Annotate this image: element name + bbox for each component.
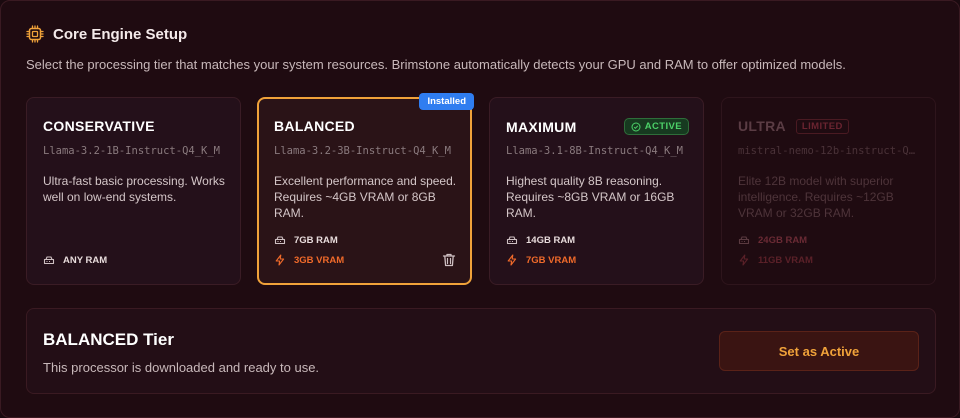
model-id: Llama-3.1-8B-Instruct-Q4_K_M (506, 145, 684, 157)
card-title: ULTRA (738, 118, 786, 134)
page-subtitle: Select the processing tier that matches … (26, 57, 846, 72)
card-title: CONSERVATIVE (43, 118, 155, 134)
tier-cards: CONSERVATIVE Llama-3.2-1B-Instruct-Q4_K_… (26, 93, 936, 285)
card-title-row: MAXIMUM ACTIVE (506, 118, 689, 135)
lightning-icon (275, 254, 285, 266)
tier-card-ultra: ULTRA LIMITED mistral-nemo-12b-instruct-… (721, 97, 936, 285)
card-description: Ultra-fast basic processing. Works well … (43, 174, 225, 204)
lightning-icon (507, 254, 517, 266)
lightning-icon (739, 254, 749, 266)
vram-value: 11GB VRAM (758, 254, 813, 266)
tier-card-conservative[interactable]: CONSERVATIVE Llama-3.2-1B-Instruct-Q4_K_… (26, 97, 241, 285)
model-id: mistral-nemo-12b-instruct-Q4_K_M (738, 145, 921, 157)
core-engine-panel: Core Engine Setup Select the processing … (0, 0, 960, 418)
ram-value: 14GB RAM (526, 234, 576, 246)
panel-header: Core Engine Setup (26, 25, 187, 43)
model-id: Llama-3.2-1B-Instruct-Q4_K_M (43, 145, 221, 157)
ram-value: ANY RAM (63, 254, 108, 266)
card-title-row: ULTRA LIMITED (738, 118, 921, 134)
tier-card-maximum[interactable]: MAXIMUM ACTIVE Llama-3.1-8B-Instruct-Q4_… (489, 97, 704, 285)
card-title-row: CONSERVATIVE (43, 118, 226, 134)
active-badge-label: ACTIVE (644, 121, 682, 132)
memory-icon (506, 236, 518, 245)
model-id: Llama-3.2-3B-Instruct-Q4_K_M (274, 145, 452, 157)
ram-value: 7GB RAM (294, 234, 338, 246)
ram-spec: 7GB RAM (274, 234, 338, 246)
memory-icon (274, 236, 286, 245)
check-circle-icon (631, 122, 641, 131)
vram-value: 3GB VRAM (294, 254, 345, 266)
chip-icon (26, 25, 44, 43)
card-description: Highest quality 8B reasoning. Requires ~… (506, 174, 675, 220)
installed-badge: Installed (419, 93, 474, 110)
card-title-row: BALANCED (274, 118, 456, 134)
vram-value: 7GB VRAM (526, 254, 577, 266)
page-title: Core Engine Setup (53, 25, 188, 43)
active-badge: ACTIVE (623, 118, 689, 135)
card-title: BALANCED (274, 118, 355, 134)
card-description: Excellent performance and speed. Require… (274, 174, 457, 220)
ram-spec: 24GB RAM (738, 234, 807, 246)
vram-spec: 7GB VRAM (506, 254, 576, 266)
memory-icon (738, 236, 750, 245)
memory-icon (43, 256, 55, 265)
vram-spec: 3GB VRAM (274, 254, 344, 266)
card-title: MAXIMUM (506, 118, 577, 135)
ram-value: 24GB RAM (758, 234, 808, 246)
set-active-button[interactable]: Set as Active (719, 331, 919, 371)
tier-card-balanced[interactable]: Installed BALANCED Llama-3.2-3B-Instruct… (257, 93, 474, 285)
trash-icon[interactable] (441, 252, 457, 268)
vram-spec: 11GB VRAM (738, 254, 813, 266)
ram-spec: ANY RAM (43, 254, 107, 266)
tier-description: This processor is downloaded and ready t… (43, 360, 320, 375)
ram-spec: 14GB RAM (506, 234, 575, 246)
card-description: Elite 12B model with superior intelligen… (738, 174, 894, 220)
selected-tier-panel: BALANCED Tier This processor is download… (26, 308, 936, 394)
limited-badge: LIMITED (795, 118, 849, 134)
tier-title: BALANCED Tier (43, 330, 174, 349)
